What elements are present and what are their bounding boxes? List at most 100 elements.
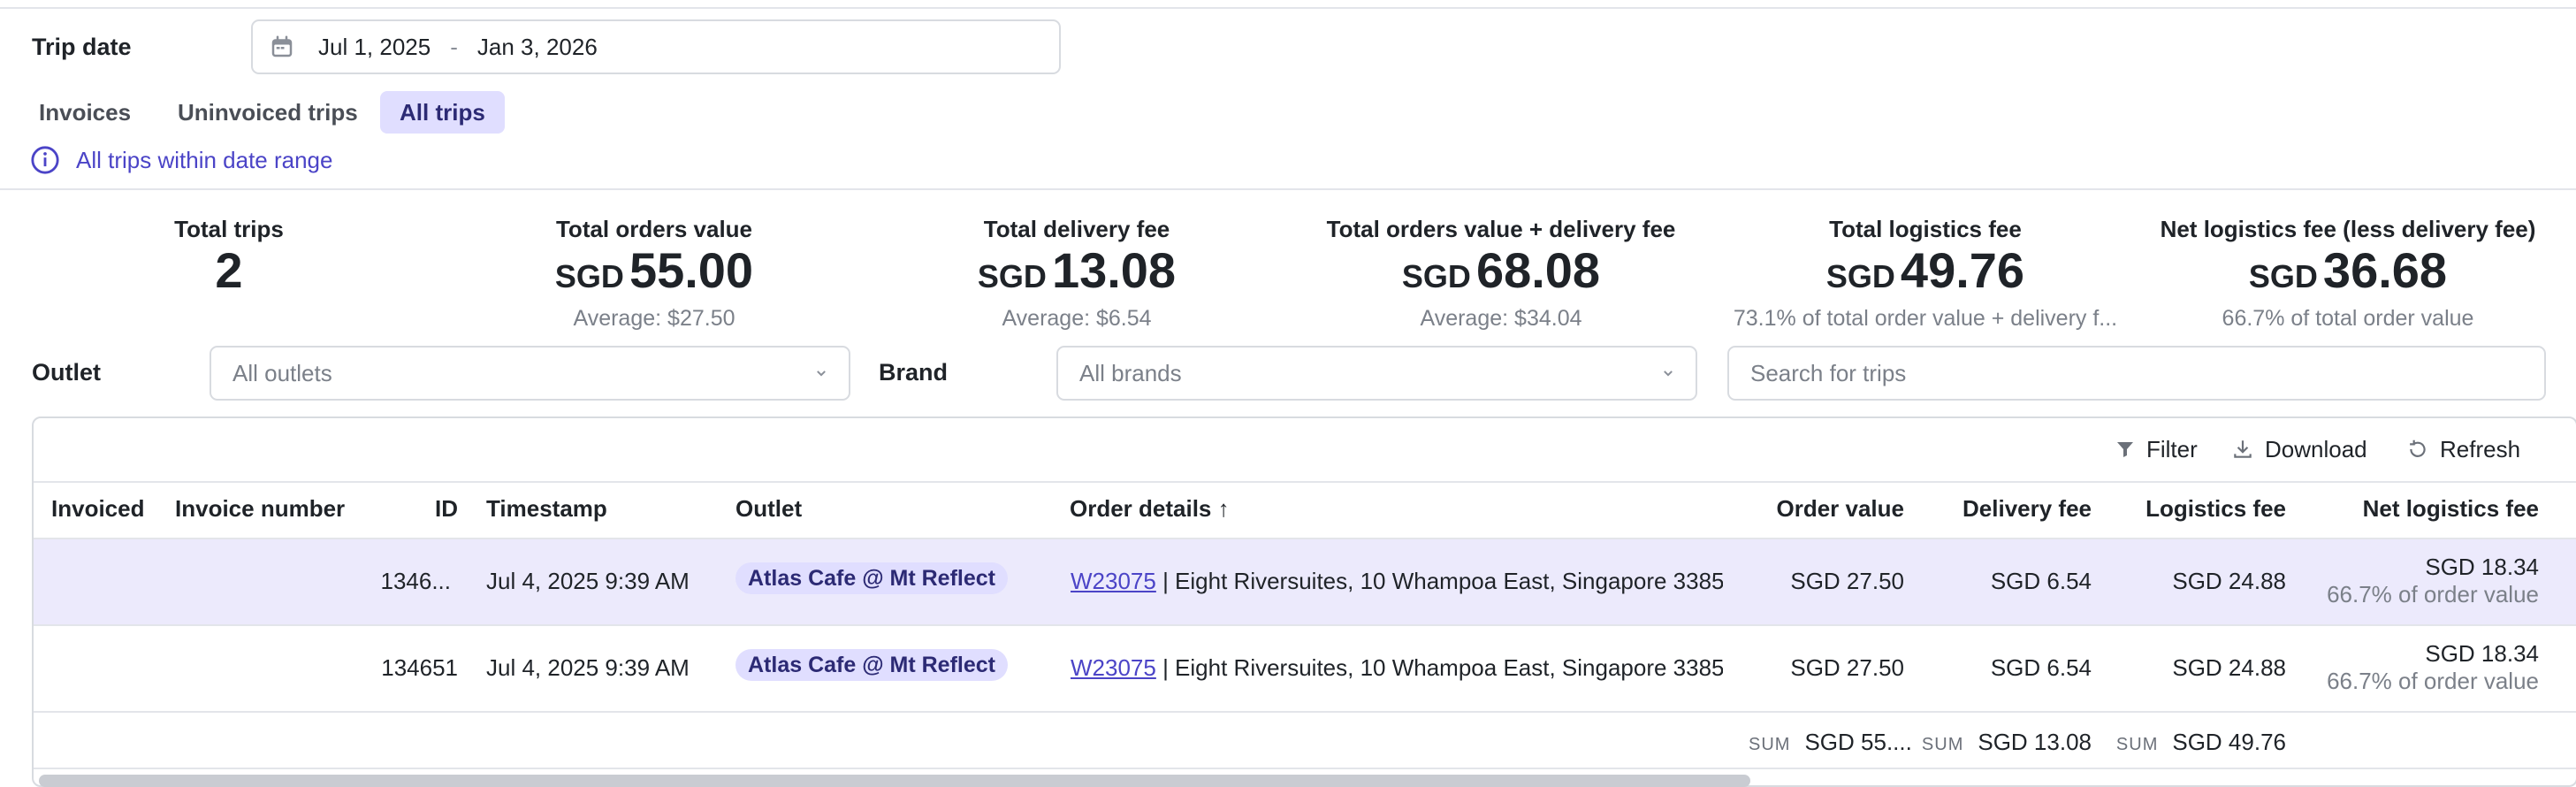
sum-value: SGD 13.08 [1978,729,2092,755]
stat-value: 13.08 [1051,242,1177,298]
top-border [0,0,2576,9]
order-address: | Eight Riversuites, 10 Whampoa East, Si… [1162,568,1723,594]
col-logistics-fee[interactable]: Logistics fee [2145,495,2286,523]
stat-title: Total orders value + delivery fee [1326,216,1676,242]
stat-total-logistics-fee: Total logistics fee SGD 49.76 73.1% of to… [1734,216,2117,332]
stat-total-trips: Total trips 2 [174,216,284,298]
section-divider [0,188,2576,190]
net-fee-note: 66.7% of order value [2327,581,2539,607]
sum-order-value: SUM SGD 55.... [1749,729,1912,756]
col-order-details[interactable]: Order details ↑ [1070,495,1230,523]
stat-value: 36.68 [2322,242,2448,298]
col-timestamp[interactable]: Timestamp [486,495,607,523]
sum-divider [34,768,2576,769]
stat-sub: 73.1% of total order value + delivery f.… [1733,306,2118,331]
row-logistics-fee: SGD 24.88 [2172,568,2286,594]
brand-select[interactable]: All brands [1056,346,1697,401]
stat-total-orders-plus-delivery: Total orders value + delivery fee SGD 68.… [1327,216,1676,332]
stat-total-orders-value: Total orders value SGD 55.00 Average: $27… [555,216,753,332]
stat-currency: SGD [1825,258,1895,294]
outlet-badge: Atlas Cafe @ Mt Reflect [735,562,1008,594]
date-start[interactable]: Jul 1, 2025 [318,34,431,61]
info-banner: All trips within date range [30,145,332,175]
stat-currency: SGD [1401,258,1471,294]
col-delivery-fee[interactable]: Delivery fee [1962,495,2092,523]
date-end[interactable]: Jan 3, 2026 [477,34,598,61]
stat-value: 55.00 [629,242,754,298]
stat-sub: Average: $6.54 [1002,306,1152,331]
tab-all-trips[interactable]: All trips [380,91,505,134]
stat-title: Total logistics fee [1829,216,2022,242]
sum-logistics-fee: SUM SGD 49.76 [2116,729,2286,756]
stat-value: 49.76 [1900,242,2025,298]
sum-value: SGD 55.... [1804,729,1912,755]
outlet-select-value: All outlets [232,359,332,386]
order-link[interactable]: W23075 [1071,654,1156,681]
download-label: Download [2265,435,2367,462]
date-range-picker[interactable]: Jul 1, 2025 - Jan 3, 2026 [251,19,1061,74]
refresh-icon [2410,439,2426,457]
calendar-icon [271,35,293,57]
info-icon [31,146,59,174]
stat-value: 68.08 [1475,242,1601,298]
row-order-details: W23075 | Eight Riversuites, 10 Whampoa E… [1071,568,1723,595]
filter-icon [2117,442,2133,457]
sum-tag: SUM [1749,735,1791,754]
search-placeholder: Search for trips [1750,359,1907,386]
row-order-value: SGD 27.50 [1790,568,1904,594]
sum-delivery-fee: SUM SGD 13.08 [1922,729,2092,756]
stat-title: Total orders value [555,216,753,242]
outlet-select[interactable]: All outlets [210,346,850,401]
col-net-logistics-fee[interactable]: Net logistics fee [2363,495,2539,523]
order-link[interactable]: W23075 [1071,568,1156,594]
refresh-button[interactable]: Refresh [2406,433,2520,465]
col-order-value[interactable]: Order value [1776,495,1904,523]
sum-value: SGD 49.76 [2172,729,2286,755]
search-input[interactable]: Search for trips [1727,346,2546,401]
net-fee-value: SGD 18.34 [2425,640,2539,667]
tab-uninvoiced-trips[interactable]: Uninvoiced trips [158,91,377,134]
col-invoiced[interactable]: Invoiced [51,495,144,523]
col-outlet[interactable]: Outlet [735,495,802,523]
info-text: All trips within date range [76,146,333,173]
sum-tag: SUM [1921,735,1964,754]
stat-sub: Average: $34.04 [1420,306,1582,331]
net-fee-value: SGD 18.34 [2425,554,2539,580]
stat-title: Total delivery fee [983,216,1170,242]
sort-ascending-icon: ↑ [1217,495,1230,522]
date-separator: - [450,33,458,60]
filter-label: Filter [2146,435,2198,462]
horizontal-scrollbar[interactable] [39,775,1750,787]
toolbar-divider [34,481,2576,483]
stat-value: 2 [215,242,243,298]
brand-select-value: All brands [1079,359,1182,386]
download-button[interactable]: Download [2231,433,2367,465]
net-fee-note: 66.7% of order value [2327,668,2539,694]
row-order-details: W23075 | Eight Riversuites, 10 Whampoa E… [1071,654,1723,682]
col-id[interactable]: ID [435,495,458,523]
row-divider [34,624,2576,626]
filter-button[interactable]: Filter [2115,433,2198,465]
row-timestamp: Jul 4, 2025 9:39 AM [486,654,690,681]
order-address: | Eight Riversuites, 10 Whampoa East, Si… [1162,654,1723,681]
stat-currency: SGD [977,258,1047,294]
row-id: 134651 [381,654,458,681]
col-invoice-number[interactable]: Invoice number [175,495,345,523]
row-logistics-fee: SGD 24.88 [2172,654,2286,681]
tab-invoices[interactable]: Invoices [19,91,150,134]
outlet-label: Outlet [32,359,101,386]
stat-title: Net logistics fee (less delivery fee) [2160,216,2536,242]
stat-sub: Average: $27.50 [573,306,735,331]
download-icon [2234,440,2252,458]
stat-sub: 66.7% of total order value [2222,306,2474,331]
stat-currency: SGD [2248,258,2318,294]
row-net-logistics-fee: SGD 18.34 66.7% of order value [2327,640,2539,695]
row-delivery-fee: SGD 6.54 [1990,568,2092,594]
row-delivery-fee: SGD 6.54 [1990,654,2092,681]
stat-title: Total trips [174,216,284,242]
refresh-label: Refresh [2440,435,2521,462]
sum-tag: SUM [2115,735,2159,754]
stat-currency: SGD [554,258,624,294]
stat-total-delivery-fee: Total delivery fee SGD 13.08 Average: $6.… [978,216,1176,332]
chevron-down-icon [1664,371,1673,377]
